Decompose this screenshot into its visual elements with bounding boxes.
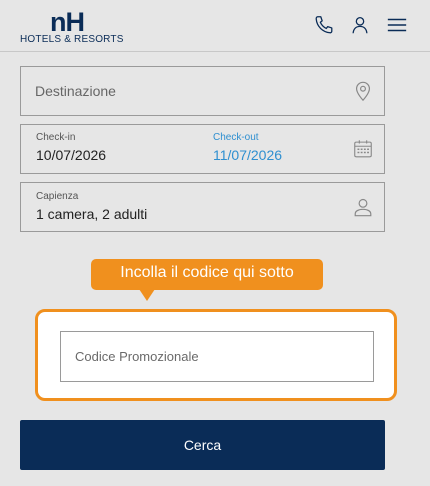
calendar-icon: [352, 138, 374, 160]
capacity-field[interactable]: Capienza 1 camera, 2 adulti: [20, 182, 385, 232]
logo-mark: nH: [50, 7, 85, 37]
logo-subtitle: HOTELS & RESORTS: [20, 34, 124, 45]
capacity-value: 1 camera, 2 adulti: [36, 206, 148, 222]
checkin-label: Check-in: [36, 132, 76, 143]
destination-field[interactable]: Destinazione: [20, 66, 385, 116]
capacity-label: Capienza: [36, 191, 79, 202]
search-button[interactable]: Cerca: [20, 420, 385, 470]
person-icon: [352, 196, 374, 218]
dates-field[interactable]: Check-in 10/07/2026 Check-out 11/07/2026: [20, 124, 385, 174]
promo-highlight-frame: Codice Promozionale: [35, 309, 397, 401]
promo-code-placeholder: Codice Promozionale: [75, 349, 199, 364]
checkout-label: Check-out: [213, 132, 259, 143]
tooltip-arrow: [139, 289, 155, 301]
header: nH HOTELS & RESORTS: [0, 0, 430, 52]
checkout-value[interactable]: 11/07/2026: [213, 147, 282, 163]
phone-icon[interactable]: [313, 14, 335, 36]
checkin-value[interactable]: 10/07/2026: [36, 147, 106, 163]
destination-placeholder: Destinazione: [35, 83, 116, 99]
user-icon[interactable]: [349, 14, 371, 36]
map-pin-icon: [352, 80, 374, 102]
promo-code-input[interactable]: Codice Promozionale: [60, 331, 374, 382]
menu-icon[interactable]: [386, 14, 408, 36]
promo-tooltip: Incolla il codice qui sotto: [91, 259, 323, 290]
nh-logo[interactable]: nH HOTELS & RESORTS: [20, 6, 124, 46]
